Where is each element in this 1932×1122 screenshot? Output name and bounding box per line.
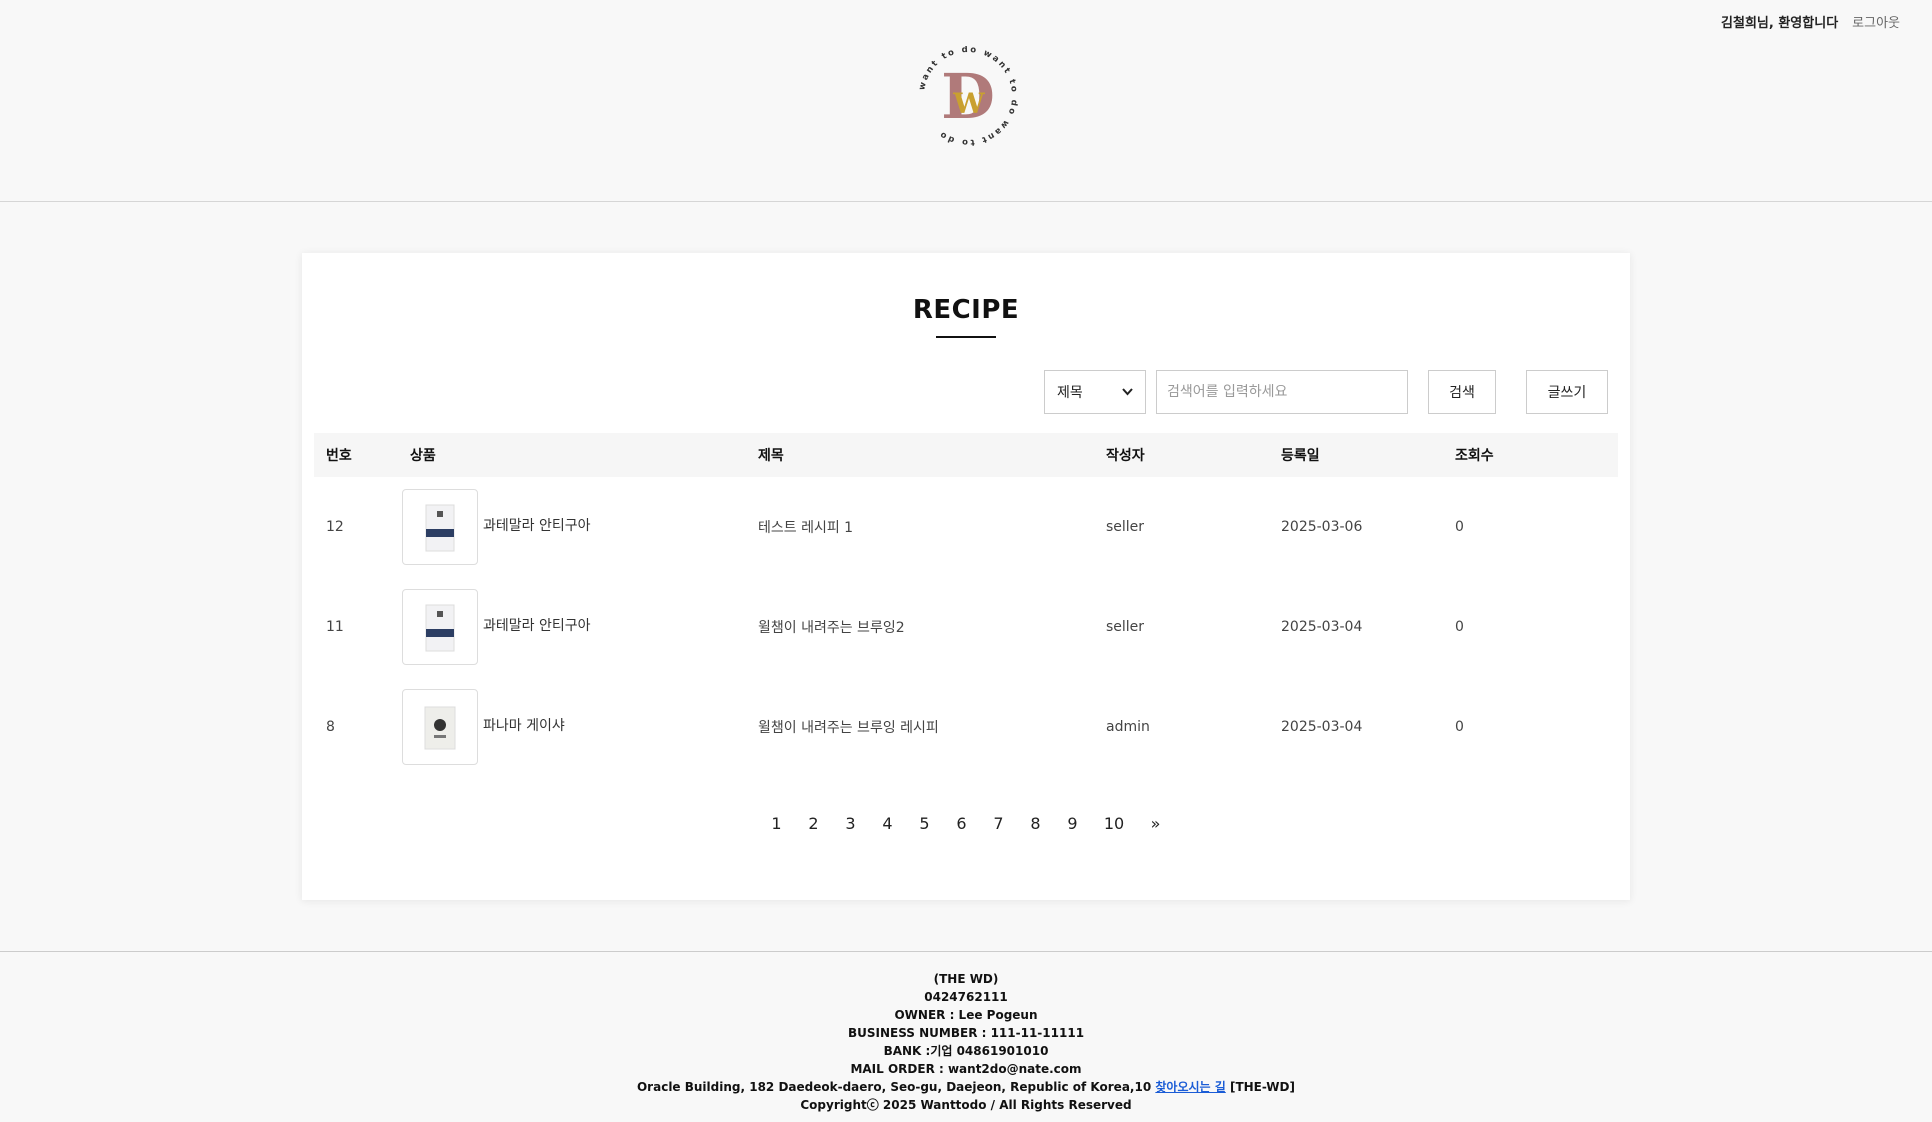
column-header-product: 상품 — [410, 448, 436, 464]
user-greeting: 김철희님, 환영합니다 — [1721, 16, 1839, 31]
title-underline — [936, 336, 996, 338]
page-link-6[interactable]: 6 — [943, 814, 980, 833]
coffee-bag-image — [425, 604, 455, 652]
cell-views: 0 — [1455, 619, 1464, 635]
footer-business-number: BUSINESS NUMBER : 111-11-11111 — [847, 1026, 1085, 1040]
cell-views: 0 — [1455, 519, 1464, 535]
pagination: 1 2 3 4 5 6 7 8 9 10 » — [302, 814, 1630, 833]
site-footer: (THE WD) 0424762111 OWNER : Lee Pogeun B… — [0, 951, 1932, 1122]
search-type-selected: 제목 — [1057, 385, 1083, 401]
page-link-1[interactable]: 1 — [758, 814, 795, 833]
column-header-number: 번호 — [326, 448, 352, 464]
recipe-table: 번호 상품 제목 작성자 등록일 조회수 12 과테말라 안티구아 테스트 레시… — [314, 433, 1618, 777]
table-header-row: 번호 상품 제목 작성자 등록일 조회수 — [314, 433, 1618, 477]
cell-views: 0 — [1455, 719, 1464, 735]
footer-address-suffix: [THE-WD] — [1225, 1080, 1295, 1094]
footer-bank: BANK :기업 04861901010 — [883, 1044, 1049, 1058]
chevron-down-icon — [1122, 384, 1133, 400]
logout-link[interactable]: 로그아웃 — [1852, 12, 1900, 31]
cell-title[interactable]: 윌챔이 내려주는 브루잉2 — [746, 577, 1094, 677]
cell-author: admin — [1106, 719, 1150, 735]
product-cell[interactable]: 과테말라 안티구아 — [402, 489, 746, 565]
table-row[interactable]: 12 과테말라 안티구아 테스트 레시피 1 seller 2025-03-06… — [314, 477, 1618, 577]
product-thumbnail[interactable] — [402, 689, 478, 765]
cell-number: 12 — [326, 519, 344, 535]
footer-address-line: Oracle Building, 182 Daedeok-daero, Seo-… — [0, 1078, 1932, 1096]
directions-link[interactable]: 찾아오시는 길 — [1155, 1080, 1225, 1094]
column-header-title: 제목 — [758, 448, 784, 464]
coffee-bag-image — [424, 706, 456, 750]
page-link-10[interactable]: 10 — [1091, 814, 1137, 833]
product-name: 과테말라 안티구아 — [483, 518, 591, 534]
logo-letter-w: W — [952, 87, 985, 120]
search-input[interactable] — [1156, 370, 1408, 414]
page-link-7[interactable]: 7 — [980, 814, 1017, 833]
page-link-3[interactable]: 3 — [832, 814, 869, 833]
cell-title[interactable]: 윌챔이 내려주는 브루잉 레시피 — [746, 677, 1094, 777]
table-row[interactable]: 8 파나마 게이샤 윌챔이 내려주는 브루잉 레시피 admin 2025-03… — [314, 677, 1618, 777]
cell-date: 2025-03-04 — [1281, 719, 1363, 735]
coffee-bag-image — [425, 504, 455, 552]
product-cell[interactable]: 파나마 게이샤 — [402, 689, 746, 765]
cell-date: 2025-03-04 — [1281, 619, 1363, 635]
product-thumbnail[interactable] — [402, 489, 478, 565]
product-thumbnail[interactable] — [402, 589, 478, 665]
page-title: RECIPE — [912, 295, 1020, 325]
cell-author: seller — [1106, 619, 1145, 635]
product-cell[interactable]: 과테말라 안티구아 — [402, 589, 746, 665]
next-page-button[interactable]: » — [1137, 814, 1174, 833]
footer-phone: 0424762111 — [924, 990, 1008, 1004]
column-header-date: 등록일 — [1281, 448, 1320, 464]
page-link-9[interactable]: 9 — [1054, 814, 1091, 833]
user-area: 김철희님, 환영합니다 로그아웃 — [1721, 12, 1900, 31]
search-button[interactable]: 검색 — [1428, 370, 1496, 414]
footer-copyright: Copyrightⓒ 2025 Wanttodo / All Rights Re… — [800, 1098, 1132, 1112]
write-button[interactable]: 글쓰기 — [1526, 370, 1608, 414]
search-type-select[interactable]: 제목 — [1044, 370, 1146, 414]
product-name: 과테말라 안티구아 — [483, 618, 591, 634]
cell-title[interactable]: 테스트 레시피 1 — [746, 477, 1094, 577]
column-header-author: 작성자 — [1106, 448, 1145, 464]
table-row[interactable]: 11 과테말라 안티구아 윌챔이 내려주는 브루잉2 seller 2025-0… — [314, 577, 1618, 677]
site-logo[interactable]: want to do want to do want to do D W — [912, 46, 1024, 146]
site-header: 김철희님, 환영합니다 로그아웃 want to do want to do w… — [0, 0, 1932, 202]
column-header-views: 조회수 — [1455, 448, 1494, 464]
cell-date: 2025-03-06 — [1281, 519, 1363, 535]
page-link-2[interactable]: 2 — [795, 814, 832, 833]
footer-company: (THE WD) — [933, 972, 999, 986]
cell-number: 11 — [326, 619, 344, 635]
footer-address: Oracle Building, 182 Daedeok-daero, Seo-… — [636, 1080, 1152, 1094]
page-link-5[interactable]: 5 — [906, 814, 943, 833]
cell-number: 8 — [326, 719, 335, 735]
search-bar: 제목 검색 글쓰기 — [302, 370, 1630, 414]
cell-author: seller — [1106, 519, 1145, 535]
page-link-4[interactable]: 4 — [869, 814, 906, 833]
page-link-8[interactable]: 8 — [1017, 814, 1054, 833]
recipe-board-card: RECIPE 제목 검색 글쓰기 번호 상품 제목 작성자 등록일 조회수 — [302, 253, 1630, 900]
footer-mail-order: MAIL ORDER : want2do@nate.com — [850, 1062, 1082, 1076]
product-name: 파나마 게이샤 — [483, 718, 565, 734]
footer-owner: OWNER : Lee Pogeun — [894, 1008, 1038, 1022]
